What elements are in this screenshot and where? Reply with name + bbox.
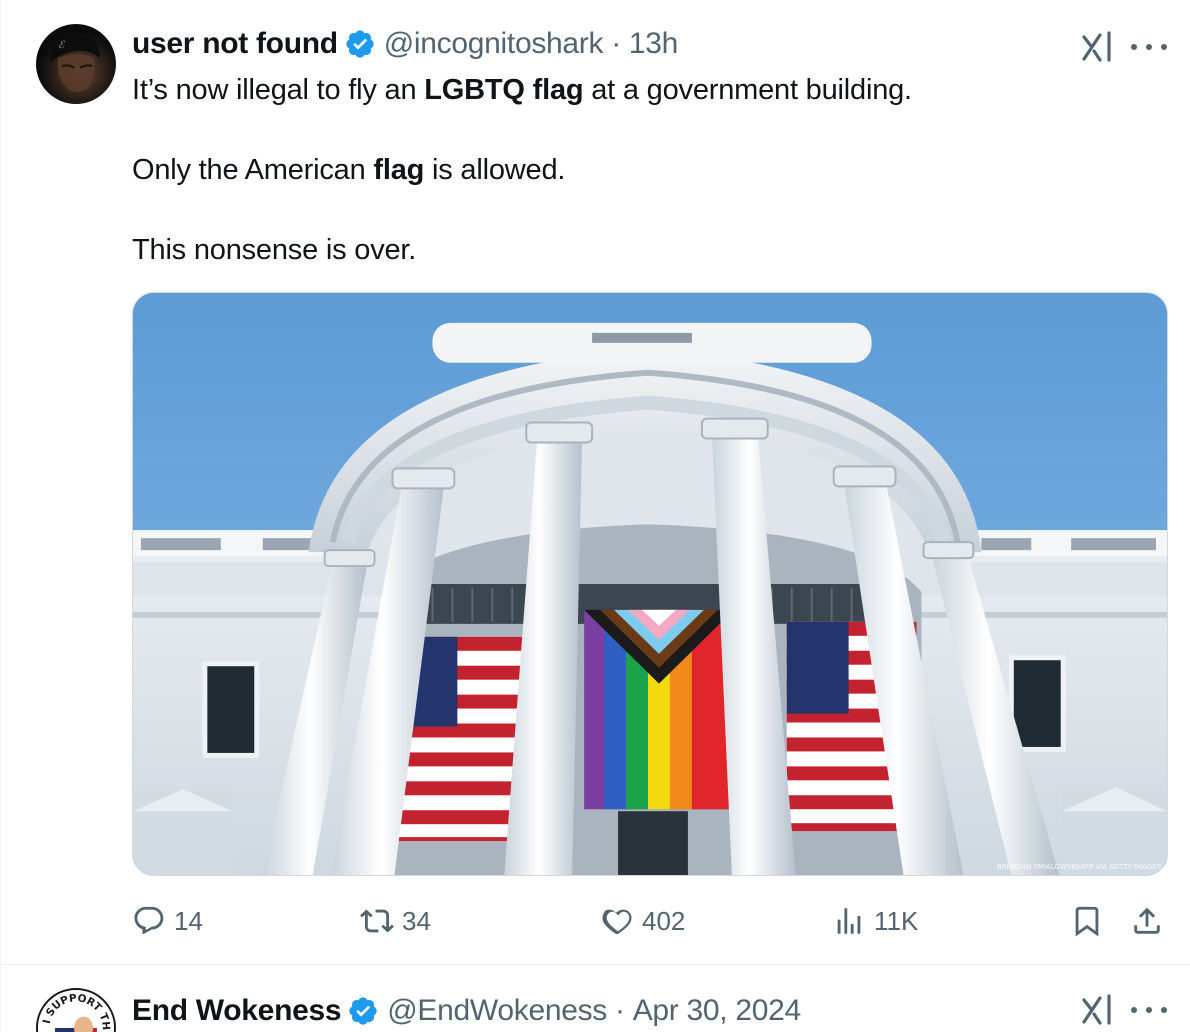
user-handle[interactable]: @EndWokeness [387, 994, 607, 1028]
white-house-photo: BRENDAN SMIALOWSKI/AFP VIA GETTY IMAGES [133, 293, 1167, 875]
timeline: ℰ user not found @incognitoshark · 13h I… [0, 0, 1190, 1032]
views-count: 11K [874, 905, 919, 936]
tweet-text-line: This nonsense is over. [132, 234, 417, 266]
avatar[interactable]: ℰ [36, 24, 116, 104]
tweet-actions: 14 34 402 11K [132, 898, 1168, 944]
reply-count: 14 [174, 905, 203, 936]
highlighted-term: flag [373, 154, 425, 186]
like-icon [602, 909, 632, 935]
tweet[interactable]: ℰ user not found @incognitoshark · 13h I… [1, 0, 1190, 965]
display-name[interactable]: user not found [132, 27, 338, 61]
photo-credit: BRENDAN SMIALOWSKI/AFP VIA GETTY IMAGES [997, 863, 1162, 871]
tweet-text-line: Only the American flag is allowed. [132, 154, 566, 186]
tweet-text-line: It’s now illegal to fly an LGBTQ flag at… [132, 74, 912, 106]
tweet-photo[interactable]: BRENDAN SMIALOWSKI/AFP VIA GETTY IMAGES [132, 292, 1168, 876]
grok-icon[interactable] [1081, 29, 1115, 63]
repost-icon [360, 909, 394, 933]
views-button[interactable]: 11K [832, 898, 918, 944]
bookmark-button[interactable] [1070, 898, 1104, 944]
timestamp[interactable]: 13h [629, 27, 678, 61]
verified-badge-icon [346, 30, 374, 58]
highlighted-term: LGBTQ flag [424, 74, 584, 106]
separator-dot: · [611, 27, 621, 60]
pride-flag [584, 609, 734, 810]
avatar[interactable]: I SUPPORT THE [36, 988, 116, 1032]
grok-icon[interactable] [1081, 992, 1115, 1026]
verified-badge-icon [349, 997, 377, 1025]
more-icon[interactable] [1131, 1004, 1167, 1016]
reply-icon [134, 906, 164, 935]
tweet-header: user not found @incognitoshark · 13h [132, 24, 678, 64]
like-count: 402 [642, 905, 686, 936]
share-icon [1134, 907, 1160, 934]
like-button[interactable]: 402 [600, 898, 685, 944]
repost-count: 34 [402, 905, 431, 936]
display-name[interactable]: End Wokeness [132, 994, 342, 1028]
bookmark-icon [1075, 906, 1099, 937]
timestamp[interactable]: Apr 30, 2024 [633, 994, 802, 1028]
svg-text:ℰ: ℰ [58, 40, 65, 51]
reply-button[interactable]: 14 [132, 898, 203, 944]
views-icon [837, 908, 861, 934]
tweet-text: It’s now illegal to fly an LGBTQ flag at… [132, 70, 1162, 270]
tweet-header: End Wokeness @EndWokeness · Apr 30, 2024 [132, 991, 801, 1031]
user-handle[interactable]: @incognitoshark [384, 27, 604, 61]
share-button[interactable] [1130, 898, 1164, 944]
separator-dot: · [615, 994, 625, 1027]
repost-button[interactable]: 34 [360, 898, 431, 944]
tweet[interactable]: I SUPPORT THE End Wokeness @EndWokeness … [1, 966, 1190, 1032]
more-icon[interactable] [1131, 41, 1167, 53]
